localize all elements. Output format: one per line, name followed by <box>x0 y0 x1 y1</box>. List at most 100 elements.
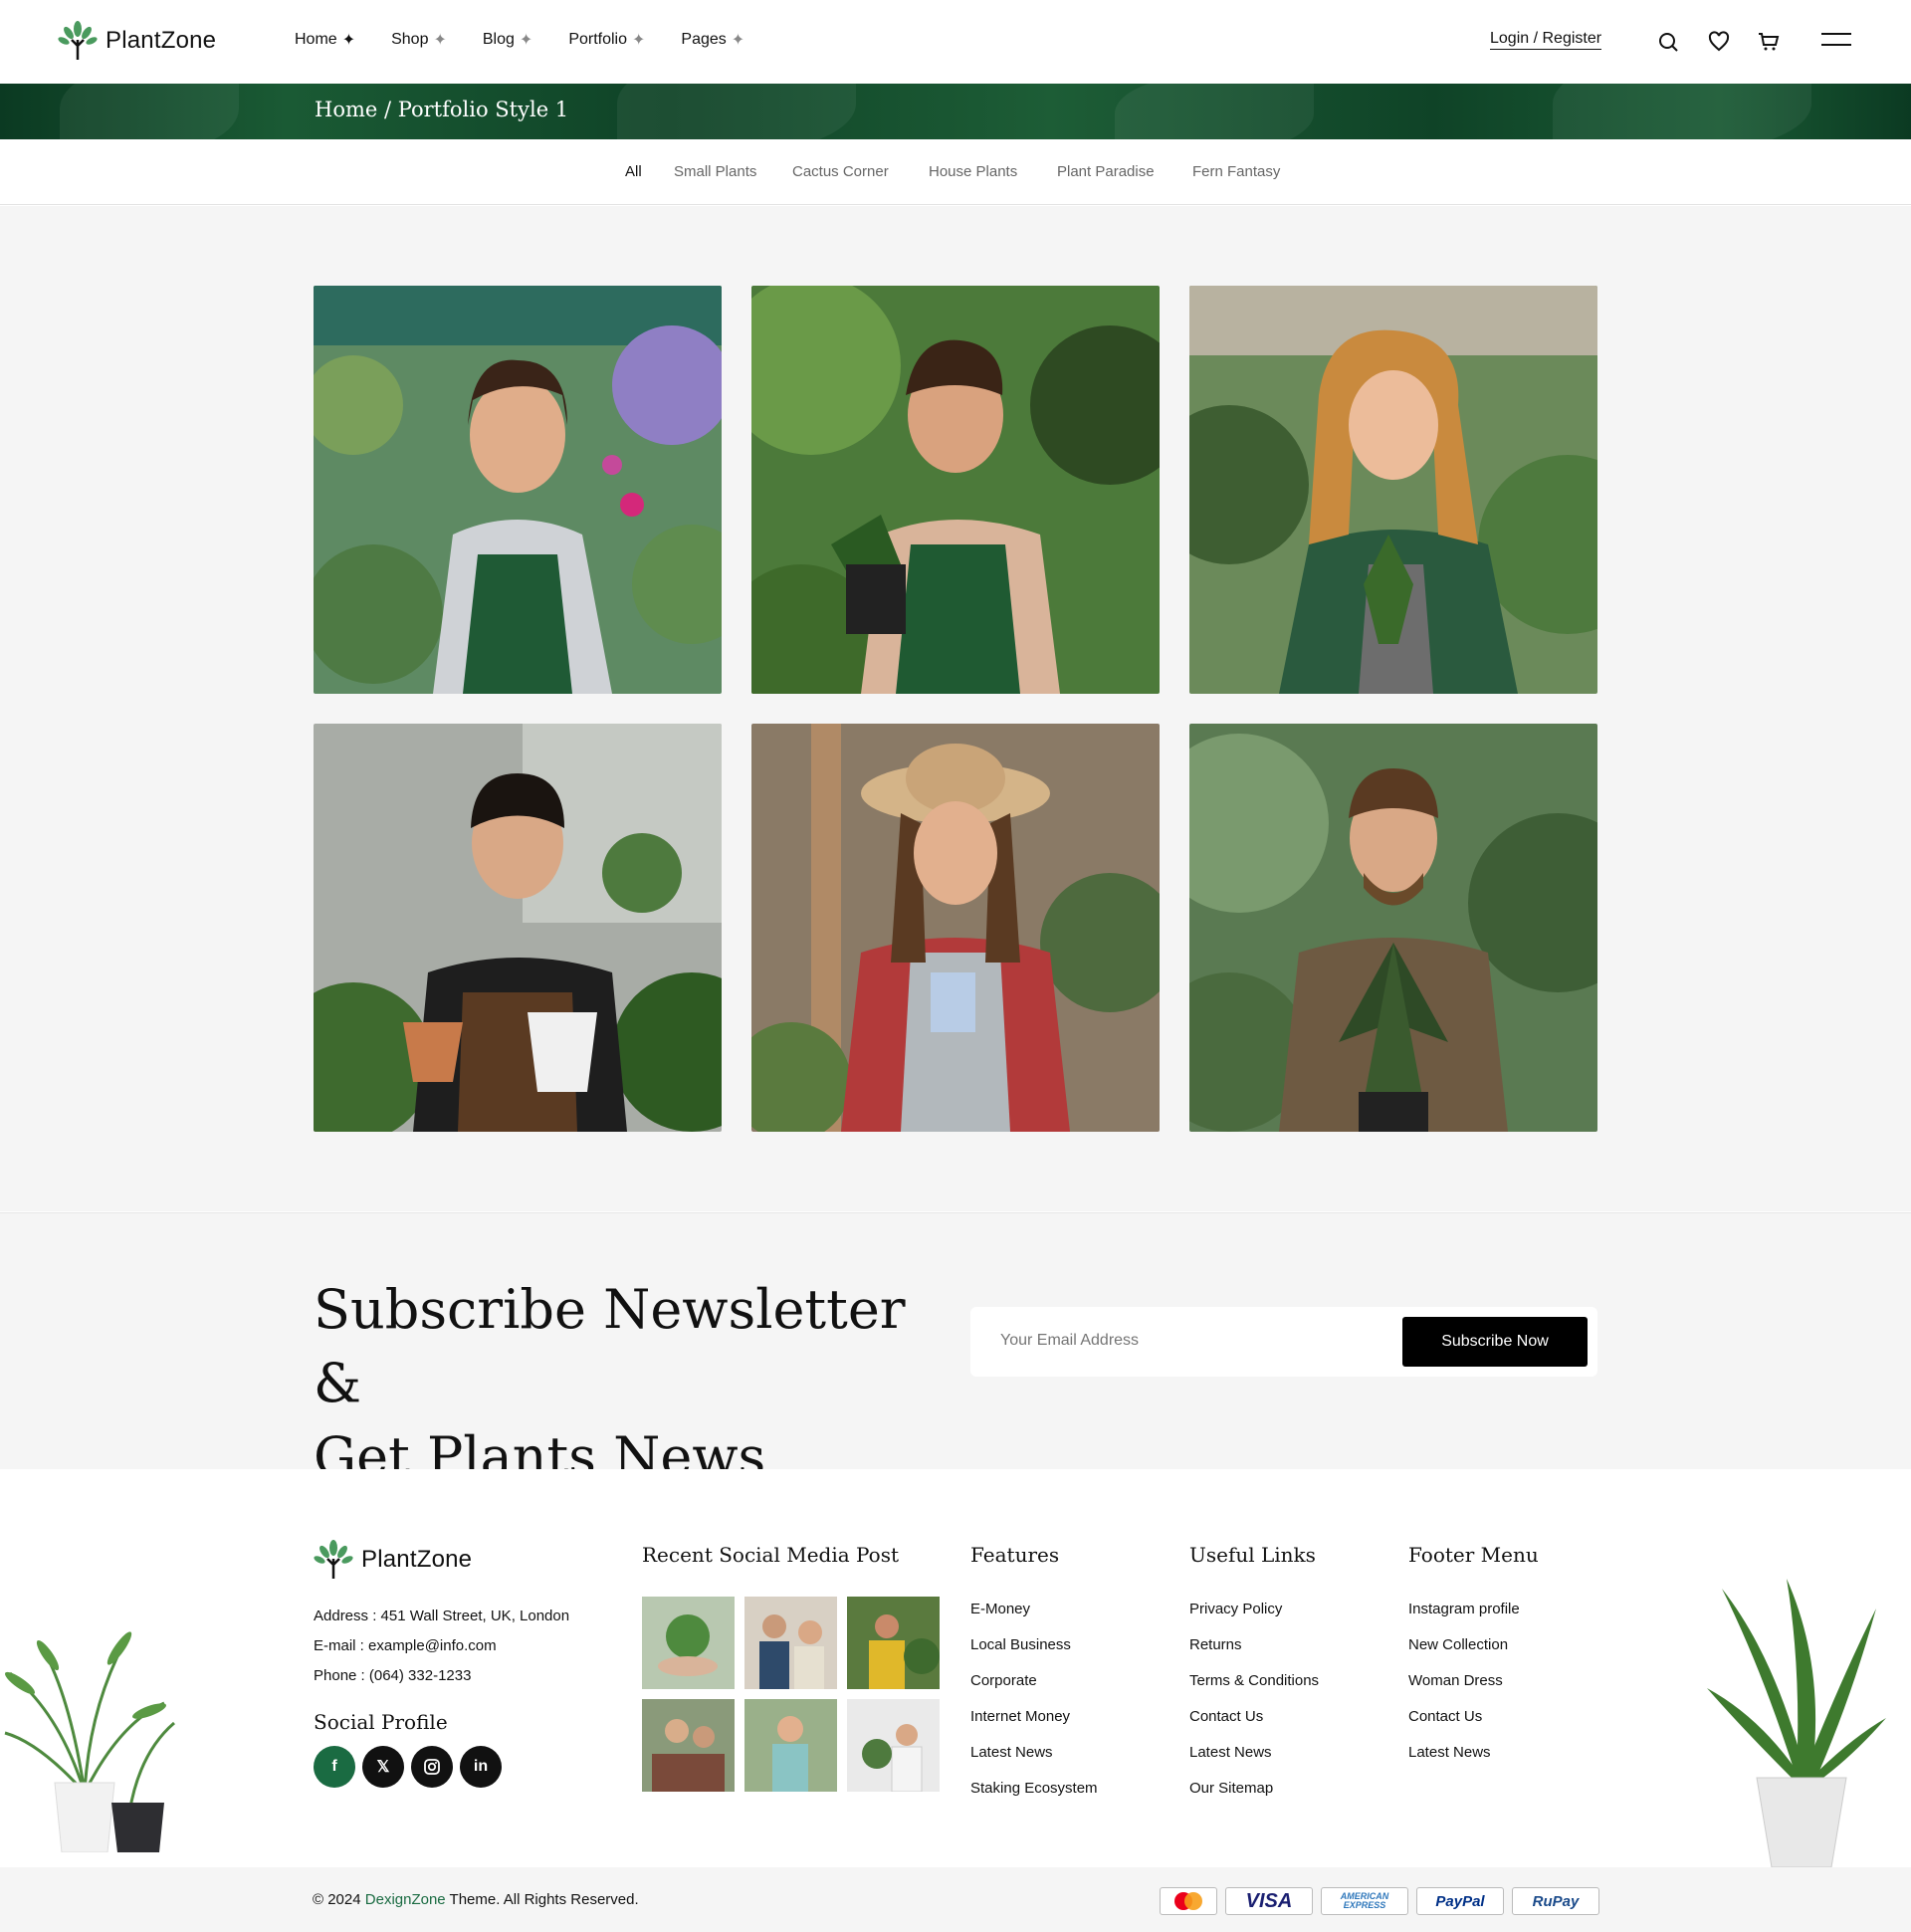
email-text: E-mail : example@info.com <box>314 1637 497 1654</box>
portfolio-item-1[interactable] <box>314 286 722 694</box>
tree-logo-icon <box>314 1540 353 1579</box>
nav-pages[interactable]: Pages ✦ <box>681 30 744 50</box>
instagram-icon[interactable] <box>411 1746 453 1788</box>
breadcrumb: Home / Portfolio Style 1 <box>315 98 569 121</box>
subscribe-button[interactable]: Subscribe Now <box>1402 1317 1588 1367</box>
visa-icon: VISA <box>1225 1887 1313 1915</box>
useful-links-title: Useful Links <box>1189 1543 1316 1567</box>
portfolio-image <box>314 724 722 1132</box>
nav-shop[interactable]: Shop ✦ <box>391 30 447 50</box>
newsletter-section: Subscribe Newsletter & Get Plants News S… <box>0 1212 1911 1488</box>
facebook-icon[interactable]: f <box>314 1746 355 1788</box>
copyright-text: © 2024 DexignZone Theme. All Rights Rese… <box>313 1891 639 1908</box>
copyright-suffix: Theme. All Rights Reserved. <box>445 1891 639 1908</box>
portfolio-item-2[interactable] <box>751 286 1160 694</box>
logo-text: PlantZone <box>106 27 217 54</box>
recent-post-thumb[interactable] <box>744 1597 837 1689</box>
filter-small-plants[interactable]: Small Plants <box>674 163 756 180</box>
filter-fern-fantasy[interactable]: Fern Fantasy <box>1192 163 1280 180</box>
useful-link[interactable]: Returns <box>1189 1627 1319 1663</box>
rupay-icon: RuPay <box>1512 1887 1599 1915</box>
search-icon <box>1659 33 1678 52</box>
nav-blog-label: Blog <box>482 31 515 48</box>
footer-menu-title: Footer Menu <box>1408 1543 1539 1567</box>
heart-icon <box>1708 31 1730 52</box>
footer-menu-link[interactable]: Woman Dress <box>1408 1663 1520 1699</box>
recent-post-thumb[interactable] <box>642 1699 735 1792</box>
recent-post-thumb[interactable] <box>744 1699 837 1792</box>
plus-icon: ✦ <box>341 32 356 49</box>
palm-plant-image <box>4 1631 175 1852</box>
nav-portfolio[interactable]: Portfolio ✦ <box>568 30 645 50</box>
features-link[interactable]: Staking Ecosystem <box>970 1771 1098 1807</box>
features-link[interactable]: Internet Money <box>970 1699 1098 1735</box>
linkedin-icon[interactable]: in <box>460 1746 502 1788</box>
useful-link[interactable]: Privacy Policy <box>1189 1592 1319 1627</box>
footer-logo-text: PlantZone <box>361 1546 473 1573</box>
portfolio-image <box>314 286 722 694</box>
newsletter-form: Subscribe Now <box>970 1307 1597 1377</box>
useful-link[interactable]: Latest News <box>1189 1735 1319 1771</box>
phone-text: Phone : (064) 332-1233 <box>314 1667 472 1684</box>
footer-logo[interactable]: PlantZone <box>314 1539 472 1581</box>
portfolio-image <box>751 724 1160 1132</box>
menu-icon[interactable] <box>1821 33 1851 55</box>
features-link[interactable]: Corporate <box>970 1663 1098 1699</box>
recent-post-thumb[interactable] <box>847 1699 940 1792</box>
useful-links-list: Privacy Policy Returns Terms & Condition… <box>1189 1592 1319 1807</box>
login-register-link[interactable]: Login / Register <box>1490 30 1602 50</box>
portfolio-gallery <box>0 206 1911 1211</box>
filter-cactus-corner[interactable]: Cactus Corner <box>792 163 889 180</box>
nav-home[interactable]: Home ✦ <box>295 30 355 50</box>
social-links: f 𝕏 in <box>314 1746 502 1788</box>
footer-menu-link[interactable]: Contact Us <box>1408 1699 1520 1735</box>
portfolio-filters: All Small Plants Cactus Corner House Pla… <box>0 139 1911 205</box>
useful-link[interactable]: Contact Us <box>1189 1699 1319 1735</box>
address-text: Address : 451 Wall Street, UK, London <box>314 1608 570 1624</box>
useful-link[interactable]: Terms & Conditions <box>1189 1663 1319 1699</box>
contact-info: Address : 451 Wall Street, UK, London E-… <box>314 1602 569 1691</box>
main-nav: Home ✦ Shop ✦ Blog ✦ Portfolio ✦ Pages ✦ <box>295 30 780 50</box>
footer-menu-link[interactable]: New Collection <box>1408 1627 1520 1663</box>
plus-icon: ✦ <box>519 32 533 49</box>
features-link[interactable]: Local Business <box>970 1627 1098 1663</box>
filter-plant-paradise[interactable]: Plant Paradise <box>1057 163 1155 180</box>
features-list: E-Money Local Business Corporate Interne… <box>970 1592 1098 1807</box>
filter-all[interactable]: All <box>625 163 642 180</box>
email-field[interactable] <box>1000 1332 1379 1350</box>
logo[interactable]: PlantZone <box>58 20 216 62</box>
search-button[interactable] <box>1656 30 1680 54</box>
recent-post-thumb[interactable] <box>642 1597 735 1689</box>
portfolio-image <box>1189 724 1597 1132</box>
features-link[interactable]: E-Money <box>970 1592 1098 1627</box>
recent-posts-grid <box>642 1597 940 1792</box>
portfolio-item-4[interactable] <box>314 724 722 1132</box>
plus-icon: ✦ <box>632 32 646 49</box>
copyright-prefix: © 2024 <box>313 1891 365 1908</box>
footer-menu-link[interactable]: Latest News <box>1408 1735 1520 1771</box>
footer-menu-link[interactable]: Instagram profile <box>1408 1592 1520 1627</box>
portfolio-image <box>1189 286 1597 694</box>
newsletter-title-line-1: Subscribe Newsletter & <box>314 1278 906 1414</box>
cart-button[interactable] <box>1757 30 1781 54</box>
wishlist-button[interactable] <box>1707 30 1731 54</box>
recent-post-thumb[interactable] <box>847 1597 940 1689</box>
x-icon[interactable]: 𝕏 <box>362 1746 404 1788</box>
copyright-bar: © 2024 DexignZone Theme. All Rights Rese… <box>0 1867 1911 1932</box>
portfolio-item-5[interactable] <box>751 724 1160 1132</box>
portfolio-item-6[interactable] <box>1189 724 1597 1132</box>
brand-link[interactable]: DexignZone <box>365 1891 446 1908</box>
features-link[interactable]: Latest News <box>970 1735 1098 1771</box>
useful-link[interactable]: Our Sitemap <box>1189 1771 1319 1807</box>
recent-posts-title: Recent Social Media Post <box>642 1543 900 1567</box>
site-footer: PlantZone Address : 451 Wall Street, UK,… <box>0 1469 1911 1867</box>
social-title: Social Profile <box>314 1710 448 1734</box>
portfolio-item-3[interactable] <box>1189 286 1597 694</box>
mastercard-icon <box>1160 1887 1217 1915</box>
nav-shop-label: Shop <box>391 31 429 48</box>
plus-icon: ✦ <box>731 32 745 49</box>
cart-icon <box>1759 33 1780 51</box>
paypal-icon: PayPal <box>1416 1887 1504 1915</box>
filter-house-plants[interactable]: House Plants <box>929 163 1017 180</box>
nav-blog[interactable]: Blog ✦ <box>483 30 532 50</box>
